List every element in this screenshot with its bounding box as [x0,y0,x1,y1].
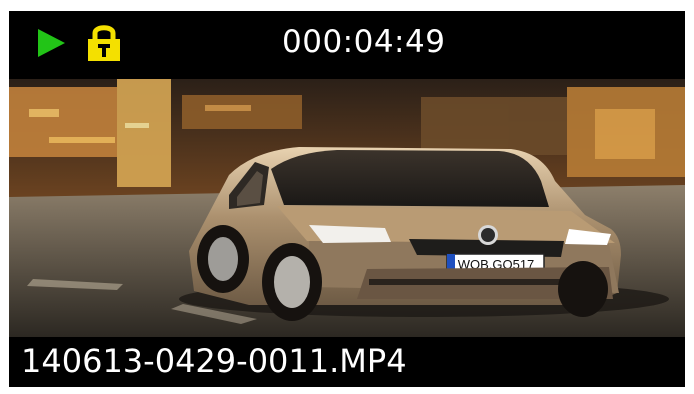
video-preview[interactable]: WOB.GO517 [9,79,685,337]
video-filename: 140613-0429-0011.MP4 [21,342,407,380]
file-info-bar: 140613-0429-0011.MP4 [9,337,685,387]
status-bar: 000:04:49 [9,11,685,79]
car-photo: WOB.GO517 [9,79,685,337]
lock-icon[interactable] [85,22,123,62]
elapsed-time: 000:04:49 [282,24,446,60]
play-icon[interactable] [36,28,66,58]
video-player-screen: 000:04:49 WOB.GO517 140613-0429-0011.MP4 [9,11,685,387]
